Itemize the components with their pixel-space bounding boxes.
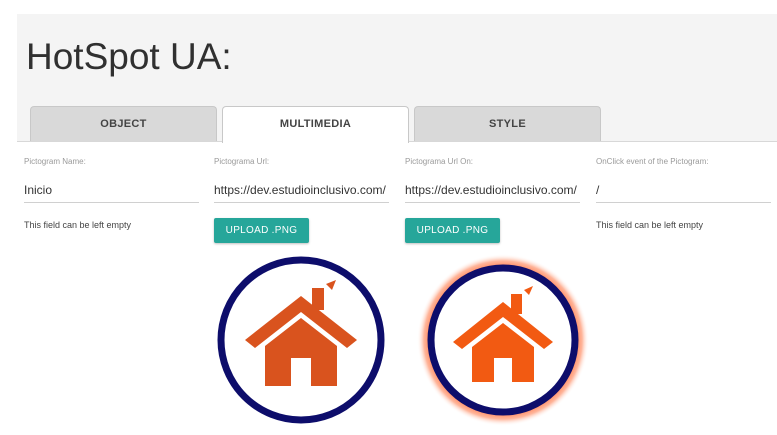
pictogram-url-field: Pictograma Url:: [214, 157, 389, 203]
onclick-event-hint: This field can be left empty: [596, 220, 704, 230]
pictogram-url-on-field: Pictograma Url On:: [405, 157, 580, 203]
onclick-event-label: OnClick event of the Pictogram:: [596, 157, 709, 166]
tab-multimedia[interactable]: MULTIMEDIA: [222, 106, 409, 143]
pictogram-name-hint: This field can be left empty: [24, 220, 132, 230]
onclick-event-field: OnClick event of the Pictogram:: [596, 157, 771, 203]
pictogram-name-label: Pictogram Name:: [24, 157, 86, 166]
pictogram-url-input[interactable]: [214, 177, 389, 203]
pictogram-url-on-input[interactable]: [405, 177, 580, 203]
onclick-event-input[interactable]: [596, 177, 771, 203]
house-icon: [217, 256, 385, 424]
pictogram-on-preview: [417, 254, 589, 426]
tab-object[interactable]: OBJECT: [30, 106, 217, 141]
tab-bar: OBJECT MULTIMEDIA STYLE: [17, 106, 777, 143]
pictogram-url-on-label: Pictograma Url On:: [405, 157, 474, 166]
pictogram-name-field: Pictogram Name:: [24, 157, 199, 203]
house-icon: [417, 254, 589, 426]
page-title: HotSpot UA:: [26, 36, 232, 77]
upload-png-on-button[interactable]: UPLOAD .PNG: [405, 218, 500, 243]
pictogram-url-label: Pictograma Url:: [214, 157, 270, 166]
upload-png-button[interactable]: UPLOAD .PNG: [214, 218, 309, 243]
pictogram-preview: [215, 254, 387, 426]
multimedia-panel: Pictogram Name: This field can be left e…: [17, 142, 777, 435]
tab-style[interactable]: STYLE: [414, 106, 601, 141]
pictogram-name-input[interactable]: [24, 177, 199, 203]
